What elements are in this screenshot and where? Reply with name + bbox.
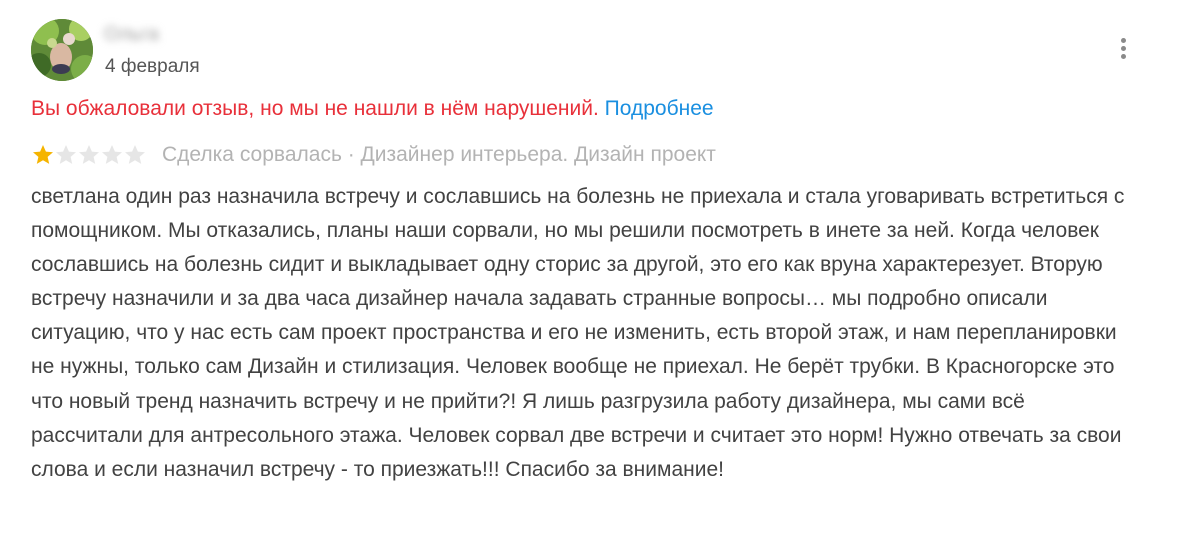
details-link[interactable]: Подробнее [605,97,714,120]
review-meta: Сделка сорвалась · Дизайнер интерьера. Д… [162,143,716,166]
star-icon [125,145,145,164]
author-name[interactable]: Ольга [104,24,159,46]
star-icon [79,145,99,164]
star-icon [33,145,53,164]
appeal-warning-text: Вы обжаловали отзыв, но мы не нашли в нё… [31,97,599,120]
appeal-warning: Вы обжаловали отзыв, но мы не нашли в нё… [31,97,714,121]
review-card: Ольга 4 февраля Вы обжаловали отзыв, но … [0,0,1200,547]
review-date: 4 февраля [105,56,200,77]
star-icon [56,145,76,164]
review-text: светлана один раз назначила встречу и со… [31,185,1125,481]
avatar-image [31,19,93,81]
avatar[interactable] [31,19,93,81]
more-vertical-icon[interactable] [1112,38,1134,68]
rating-stars [31,142,146,168]
star-icon [102,145,122,164]
